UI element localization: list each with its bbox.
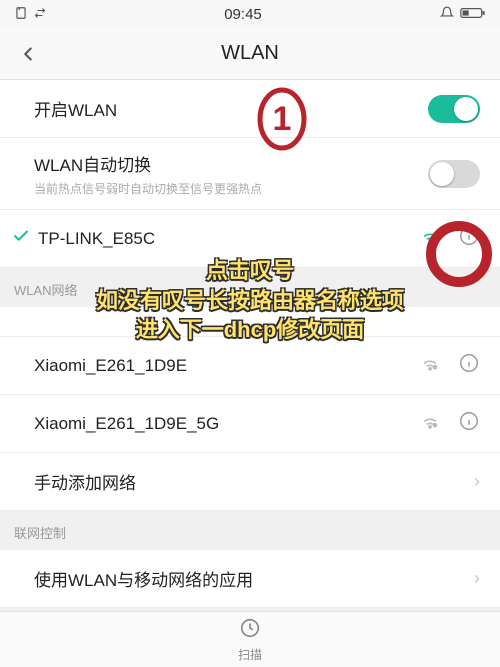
- wlan-autoswitch-row[interactable]: WLAN自动切换 当前热点信号弱时自动切换至信号更强热点: [0, 138, 500, 210]
- wlan-autoswitch-label: WLAN自动切换: [34, 151, 428, 176]
- info-icon[interactable]: [458, 352, 480, 379]
- network-row[interactable]: Xiaomi_E261_1D9E: [0, 337, 500, 395]
- network-row[interactable]: Xiaomi_E261_1D9E_5G: [0, 395, 500, 453]
- chevron-right-icon: ›: [474, 568, 480, 589]
- app-control-row[interactable]: 使用WLAN与移动网络的应用 ›: [0, 550, 500, 608]
- wifi-icon: [420, 226, 440, 251]
- wlan-autoswitch-toggle[interactable]: [428, 160, 480, 188]
- wlan-autoswitch-sub: 当前热点信号弱时自动切换至信号更强热点: [34, 180, 428, 197]
- nav-bar: WLAN: [0, 28, 500, 80]
- back-button[interactable]: [8, 43, 48, 65]
- scan-icon[interactable]: [239, 617, 261, 644]
- spacer: [0, 307, 500, 337]
- battery-icon: [460, 6, 486, 23]
- section-networks: WLAN网络: [0, 268, 500, 307]
- network-ssid: Xiaomi_E261_1D9E: [34, 356, 420, 376]
- bottom-bar: 扫描: [0, 611, 500, 667]
- status-left: [14, 6, 46, 23]
- check-icon: [12, 227, 30, 250]
- info-icon[interactable]: [458, 225, 480, 252]
- status-right: [440, 6, 486, 23]
- connected-ssid: TP-LINK_E85C: [38, 229, 420, 249]
- wifi-icon: [420, 353, 440, 378]
- info-icon[interactable]: [458, 410, 480, 437]
- section-control: 联网控制: [0, 511, 500, 550]
- sim-icon: [14, 6, 28, 23]
- manual-add-label: 手动添加网络: [34, 469, 466, 494]
- manual-add-row[interactable]: 手动添加网络 ›: [0, 453, 500, 511]
- wlan-enable-label: 开启WLAN: [34, 96, 428, 121]
- content: 开启WLAN WLAN自动切换 当前热点信号弱时自动切换至信号更强热点 TP-L…: [0, 80, 500, 611]
- wlan-enable-row[interactable]: 开启WLAN: [0, 80, 500, 138]
- scan-label[interactable]: 扫描: [238, 646, 262, 663]
- wlan-enable-toggle[interactable]: [428, 95, 480, 123]
- network-ssid: Xiaomi_E261_1D9E_5G: [34, 414, 420, 434]
- chevron-right-icon: ›: [474, 471, 480, 492]
- app-control-label: 使用WLAN与移动网络的应用: [34, 566, 466, 591]
- wifi-icon: [420, 411, 440, 436]
- connected-network-row[interactable]: TP-LINK_E85C: [0, 210, 500, 268]
- status-bar: 09:45: [0, 0, 500, 28]
- page-title: WLAN: [0, 42, 500, 65]
- status-time: 09:45: [224, 6, 262, 23]
- transfer-icon: [34, 7, 46, 22]
- alarm-icon: [440, 6, 454, 23]
